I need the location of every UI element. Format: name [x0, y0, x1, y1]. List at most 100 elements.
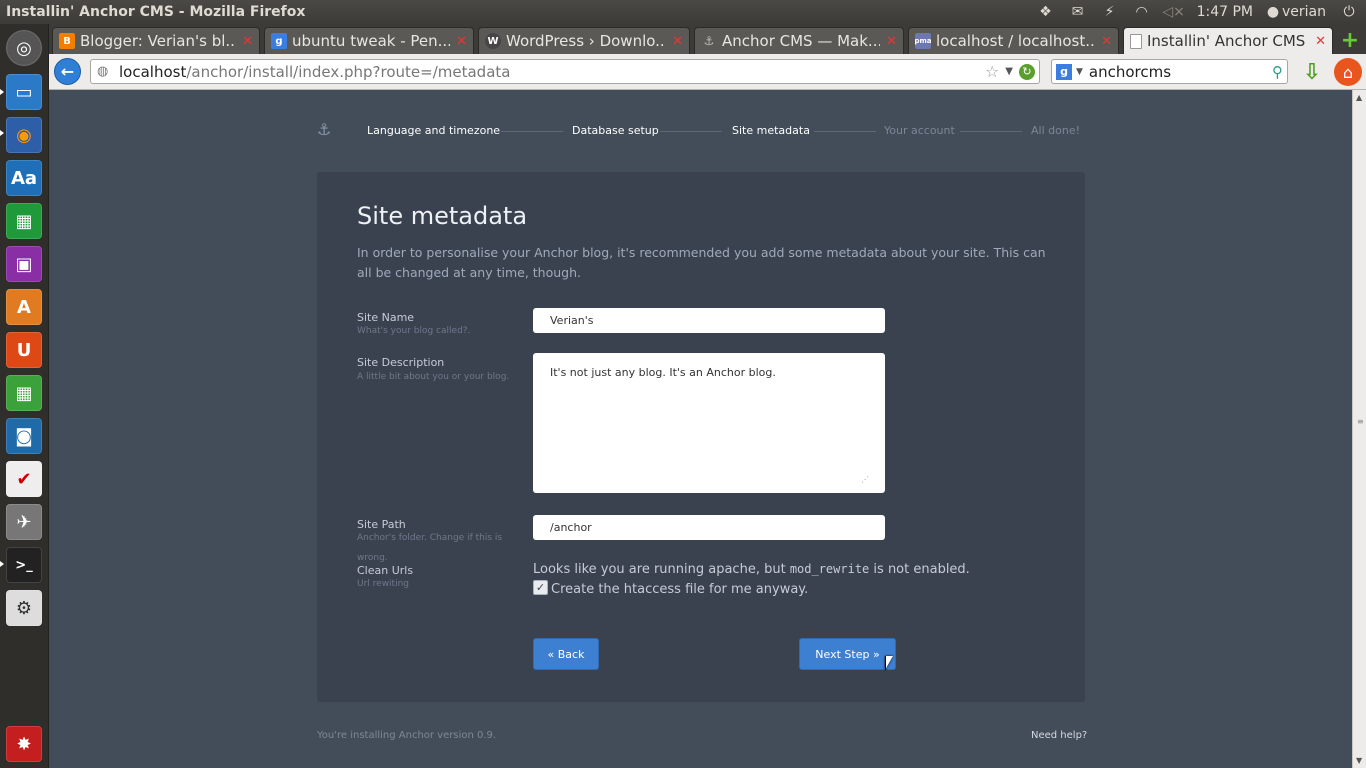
- url-text[interactable]: localhost/anchor/install/index.php?route…: [119, 63, 985, 81]
- close-icon[interactable]: ✕: [242, 34, 253, 49]
- clock[interactable]: 1:47 PM: [1197, 4, 1253, 20]
- checkmark-icon: ✓: [535, 581, 546, 594]
- step-database: Database setup: [572, 124, 659, 137]
- ubuntu-one-icon[interactable]: U: [6, 332, 42, 368]
- resize-handle-icon[interactable]: ⋰: [861, 475, 869, 484]
- libreoffice-writer-icon[interactable]: Aa: [6, 160, 42, 196]
- step-divider: [660, 131, 722, 132]
- dropbox-icon[interactable]: ❖: [1037, 3, 1055, 21]
- tab-anchor-cms[interactable]: ⚓ Anchor CMS — Mak... ✕: [694, 27, 904, 54]
- next-step-button[interactable]: Next Step »: [799, 638, 896, 670]
- tab-installin-anchor[interactable]: Installin' Anchor CMS ✕: [1123, 27, 1333, 54]
- dash-home-icon[interactable]: ◎: [6, 30, 42, 66]
- rewrite-module-name: mod_rewrite: [789, 562, 870, 576]
- volume-muted-icon[interactable]: ◁×: [1162, 3, 1185, 21]
- close-icon[interactable]: ✕: [1101, 34, 1112, 49]
- chevron-down-icon[interactable]: ▼: [1076, 67, 1083, 77]
- htaccess-checkbox-label[interactable]: Create the htaccess file for me anyway.: [551, 582, 808, 597]
- download-arrow-icon: ⇩: [1302, 59, 1322, 85]
- new-tab-button[interactable]: +: [1337, 28, 1363, 53]
- user-menu[interactable]: ● verian: [1267, 3, 1326, 21]
- arrow-left-icon: ←: [60, 62, 75, 81]
- tab-label: localhost / localhost...: [936, 32, 1096, 50]
- wordpress-icon: W: [485, 33, 501, 49]
- tab-ubuntu-tweak[interactable]: g ubuntu tweak - Pen... ✕: [264, 27, 474, 54]
- globe-icon[interactable]: ◍: [97, 64, 113, 79]
- close-icon[interactable]: ✕: [886, 34, 897, 49]
- libreoffice-calc-icon[interactable]: ▦: [6, 203, 42, 239]
- step-divider: [814, 131, 876, 132]
- messaging-icon[interactable]: ✉: [1069, 3, 1087, 21]
- user-icon: ●: [1266, 4, 1280, 20]
- tab-phpmyadmin[interactable]: pma localhost / localhost... ✕: [908, 27, 1119, 54]
- libreoffice-impress-icon[interactable]: ▣: [6, 246, 42, 282]
- tab-wordpress[interactable]: W WordPress › Downlo... ✕: [478, 27, 690, 54]
- url-bar[interactable]: ◍ localhost/anchor/install/index.php?rou…: [90, 59, 1040, 84]
- step-divider: [501, 131, 563, 132]
- back-button[interactable]: ←: [54, 58, 81, 85]
- anchor-icon: ⚓: [703, 34, 715, 48]
- google-icon[interactable]: g: [1056, 63, 1072, 80]
- tab-blogger[interactable]: B Blogger: Verian's bl... ✕: [52, 27, 260, 54]
- settings-icon[interactable]: ⚙: [6, 590, 42, 626]
- unity-launcher: ◎ ▭ ◉ Aa ▦ ▣ A U ▦ ◙ ✔ ✈ >_ ⚙ ✸: [0, 24, 49, 768]
- close-icon[interactable]: ✕: [1315, 34, 1326, 49]
- bookmark-star-icon[interactable]: ☆: [985, 62, 999, 81]
- search-tool-icon[interactable]: ✔: [6, 461, 42, 497]
- rewrite-warning-after: is not enabled.: [869, 562, 970, 577]
- software-center-icon[interactable]: A: [6, 289, 42, 325]
- session-icon[interactable]: ⏻: [1340, 3, 1358, 21]
- search-bar[interactable]: g ▼ anchorcms ⚲: [1051, 59, 1288, 84]
- step-metadata: Site metadata: [732, 124, 810, 137]
- intro-text: In order to personalise your Anchor blog…: [357, 245, 1046, 280]
- step-account: Your account: [884, 124, 955, 137]
- chevron-down-icon[interactable]: ▼: [1005, 66, 1013, 77]
- screenshot-icon[interactable]: ◙: [6, 418, 42, 454]
- scroll-down-icon[interactable]: ▼: [1356, 756, 1362, 765]
- window-title: Installin' Anchor CMS - Mozilla Firefox: [6, 4, 306, 20]
- blogger-icon: B: [59, 33, 75, 49]
- close-icon[interactable]: ✕: [456, 34, 467, 49]
- help-link[interactable]: Need help?: [1031, 730, 1087, 741]
- back-button[interactable]: « Back: [533, 638, 599, 670]
- running-indicator: [0, 89, 4, 95]
- metadata-form: Site metadata In order to personalise yo…: [317, 172, 1085, 702]
- mouse-cursor-icon: [885, 656, 893, 670]
- terminal-icon[interactable]: >_: [6, 547, 42, 583]
- step-language: Language and timezone: [367, 124, 501, 137]
- url-host: localhost: [119, 62, 187, 81]
- google-icon: g: [271, 33, 287, 49]
- tab-bar: B Blogger: Verian's bl... ✕ g ubuntu twe…: [49, 24, 1366, 54]
- search-icon[interactable]: ⚲: [1272, 63, 1283, 81]
- firefox-icon[interactable]: ◉: [6, 117, 42, 153]
- anchor-icon: ⚓: [317, 120, 332, 139]
- site-path-hint: Anchor's folder. Change if this is wrong…: [357, 533, 503, 563]
- installer-steps: ⚓ Language and timezone Database setup S…: [317, 120, 1080, 142]
- site-description-textarea[interactable]: It's not just any blog. It's an Anchor b…: [533, 353, 885, 493]
- tab-label: Installin' Anchor CMS: [1147, 32, 1306, 50]
- htaccess-checkbox[interactable]: ✓: [533, 580, 548, 595]
- files-icon[interactable]: ▭: [6, 74, 42, 110]
- close-icon[interactable]: ✕: [672, 34, 683, 49]
- scroll-grip-icon[interactable]: ≡: [1357, 417, 1364, 426]
- user-name: verian: [1282, 4, 1326, 20]
- system-top-bar: Installin' Anchor CMS - Mozilla Firefox …: [0, 0, 1366, 24]
- power-icon[interactable]: ⚡: [1101, 3, 1119, 21]
- site-name-input[interactable]: Verian's: [533, 308, 885, 333]
- workspaces-icon[interactable]: ▦: [6, 375, 42, 411]
- wifi-icon[interactable]: ◠: [1133, 3, 1151, 21]
- send-icon[interactable]: ✈: [6, 504, 42, 540]
- tab-label: WordPress › Downlo...: [506, 32, 667, 50]
- page-scrollbar[interactable]: ▲ ≡ ▼: [1352, 90, 1366, 768]
- home-button[interactable]: ⌂: [1334, 58, 1362, 86]
- trash-icon[interactable]: ✸: [6, 726, 42, 762]
- downloads-button[interactable]: ⇩: [1301, 59, 1323, 85]
- search-input[interactable]: anchorcms: [1089, 63, 1272, 81]
- scroll-up-icon[interactable]: ▲: [1356, 93, 1362, 102]
- page-title: Site metadata: [357, 202, 528, 230]
- reload-icon[interactable]: ↻: [1019, 63, 1035, 80]
- url-path: /anchor/install/index.php?route=/metadat…: [186, 62, 511, 81]
- site-path-input[interactable]: /anchor: [533, 515, 885, 540]
- tab-label: ubuntu tweak - Pen...: [292, 32, 451, 50]
- page-content: ⚓ Language and timezone Database setup S…: [49, 90, 1352, 768]
